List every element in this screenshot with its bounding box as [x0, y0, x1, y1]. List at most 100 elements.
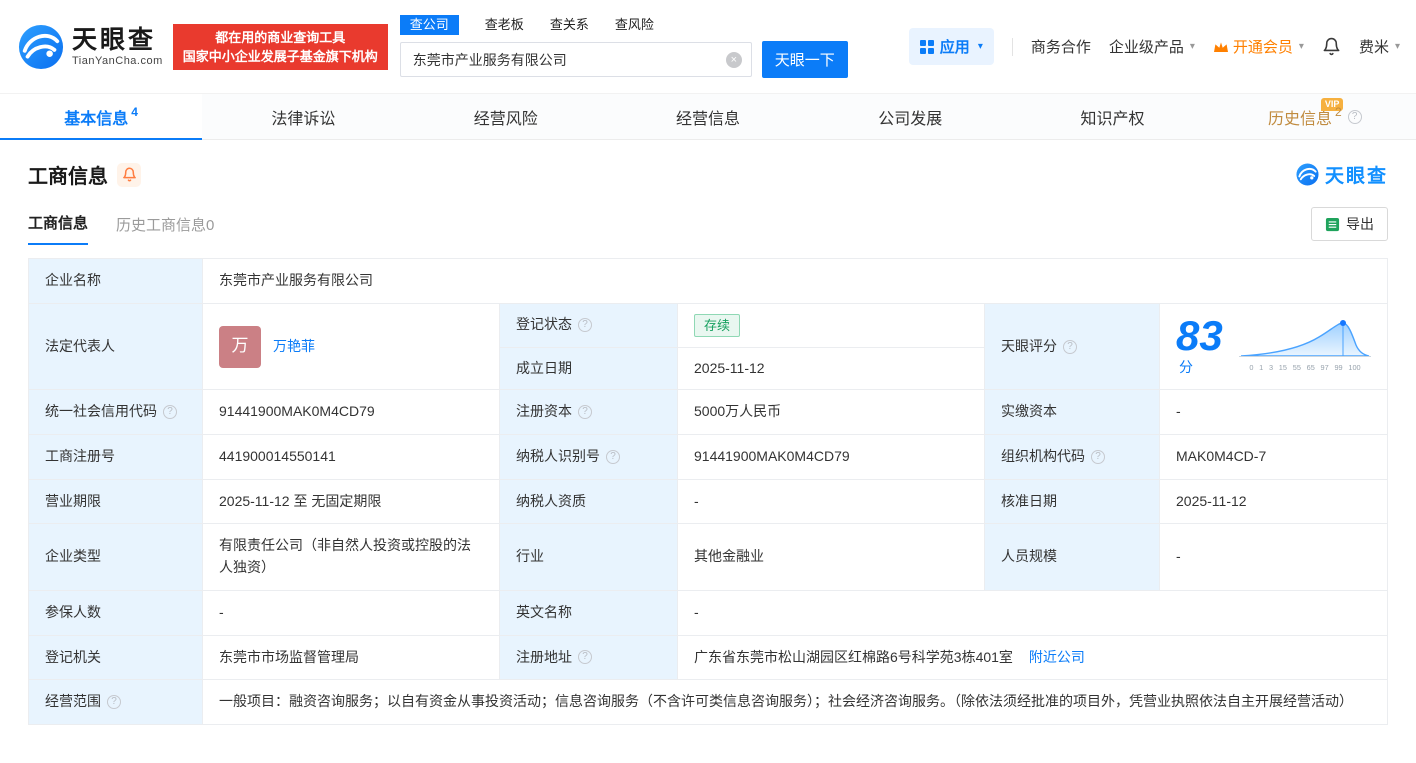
help-icon[interactable]: ? — [107, 695, 121, 710]
apps-label: 应用 — [939, 39, 970, 56]
business-info-table: 企业名称 东莞市产业服务有限公司 法定代表人 万 万艳菲 登记状态? 存续 天眼… — [28, 258, 1388, 725]
label-paid-capital: 实缴资本 — [984, 389, 1160, 436]
brand-slogan: 都在用的商业查询工具 国家中小企业发展子基金旗下机构 — [172, 23, 388, 70]
help-icon[interactable]: ? — [1063, 339, 1077, 354]
score-distribution-chart: 0 1 3 15 55 65 97 99 100 — [1239, 318, 1371, 374]
table-row: 登记机关 东莞市市场监督管理局 注册地址? 广东省东莞市松山湖园区红棉路6号科学… — [28, 634, 1388, 681]
table-row: 企业名称 东莞市产业服务有限公司 — [28, 258, 1388, 304]
company-nav-tabs: 基本信息 4 法律诉讼 经营风险 经营信息 公司发展 知识产权 VIP 历史信息… — [0, 93, 1416, 140]
score-unit: 分 — [1179, 358, 1193, 375]
chevron-down-icon: ▾ — [1189, 41, 1195, 52]
apps-menu-button[interactable]: 应用 ▾ — [908, 28, 994, 65]
value-approval-date: 2025-11-12 — [1159, 478, 1388, 525]
tab-operating-risk[interactable]: 经营风险 — [405, 94, 607, 139]
label-credit-code: 统一社会信用代码? — [28, 389, 203, 436]
address-text: 广东省东莞市松山湖园区红棉路6号科学苑3栋401室 — [694, 648, 1013, 665]
tab-history-info[interactable]: VIP 历史信息 2 ? — [1214, 94, 1416, 139]
label-registration-authority: 登记机关 — [28, 634, 203, 681]
score-number: 83 — [1176, 311, 1223, 359]
label-registered-address: 注册地址? — [499, 634, 678, 681]
section-header: 工商信息 天眼查 — [28, 160, 1388, 189]
value-taxpayer-quality: - — [677, 478, 985, 525]
value-registration-authority: 东莞市市场监督管理局 — [202, 634, 500, 681]
subtab-business-info[interactable]: 工商信息 — [28, 212, 89, 245]
nearby-companies-link[interactable]: 附近公司 — [1029, 649, 1085, 665]
label-tianyan-score: 天眼评分? — [984, 302, 1160, 391]
subscribe-bell-icon[interactable] — [117, 162, 141, 187]
enterprise-products-menu[interactable]: 企业级产品 ▾ — [1109, 36, 1195, 57]
value-staff-size: - — [1159, 523, 1388, 591]
vip-upgrade-menu[interactable]: 开通会员 ▾ — [1213, 36, 1304, 57]
clear-input-icon[interactable]: × — [725, 51, 742, 68]
help-icon[interactable]: ? — [578, 318, 592, 333]
brand-name: 天眼查 — [72, 26, 157, 54]
tab-operating-info[interactable]: 经营信息 — [607, 94, 809, 139]
slogan-line1: 都在用的商业查询工具 — [215, 29, 346, 45]
tab-label: 法律诉讼 — [271, 110, 336, 128]
search-tab-relation[interactable]: 查关系 — [550, 16, 589, 34]
export-button[interactable]: 导出 — [1311, 207, 1388, 241]
label-taxpayer-id: 纳税人识别号? — [499, 434, 678, 480]
label-industry: 行业 — [499, 523, 678, 591]
search-input[interactable] — [399, 42, 752, 77]
export-excel-icon — [1325, 217, 1340, 231]
help-icon[interactable]: ? — [1347, 109, 1362, 124]
brand-logo[interactable]: 天眼查 TianYanCha.com — [18, 24, 163, 70]
vip-label: 开通会员 — [1232, 39, 1293, 56]
value-tianyan-score: 83分 0 1 3 15 55 65 97 99 100 — [1159, 302, 1388, 391]
help-icon[interactable]: ? — [163, 405, 177, 420]
value-registration-number: 441900014550141 — [202, 434, 500, 480]
crown-icon — [1213, 41, 1228, 52]
help-icon[interactable]: ? — [606, 449, 620, 464]
value-company-name: 东莞市产业服务有限公司 — [202, 258, 1388, 304]
help-icon[interactable]: ? — [578, 405, 592, 420]
tab-label: 经营风险 — [473, 110, 538, 128]
tab-intellectual-property[interactable]: 知识产权 — [1011, 94, 1213, 139]
search-button[interactable]: 天眼一下 — [761, 41, 848, 78]
notifications-bell-icon[interactable] — [1322, 37, 1341, 56]
value-establish-date: 2025-11-12 — [677, 346, 985, 391]
search-tab-risk[interactable]: 查风险 — [615, 16, 654, 34]
label-legal-representative: 法定代表人 — [28, 302, 203, 391]
value-organization-code: MAK0M4CD-7 — [1159, 434, 1388, 480]
page-title: 工商信息 — [28, 166, 108, 188]
label-insured-count: 参保人数 — [28, 589, 203, 636]
label-english-name: 英文名称 — [499, 589, 678, 636]
legal-representative-link[interactable]: 万艳菲 — [273, 336, 315, 358]
value-registration-status: 存续 — [677, 302, 985, 348]
search-tabs: 查公司 查老板 查关系 查风险 — [399, 15, 848, 35]
value-industry: 其他金融业 — [677, 523, 985, 591]
tab-label: 知识产权 — [1080, 110, 1145, 128]
watermark-logo: 天眼查 — [1296, 161, 1388, 188]
label-business-term: 营业期限 — [28, 478, 203, 525]
label-taxpayer-quality: 纳税人资质 — [499, 478, 678, 525]
label-business-scope: 经营范围? — [28, 679, 203, 725]
avatar[interactable]: 万 — [219, 325, 261, 368]
tab-count-badge: 2 — [1334, 104, 1342, 119]
label-registration-status: 登记状态? — [499, 302, 678, 348]
value-business-scope: 一般项目：融资咨询服务；以自有资金从事投资活动；信息咨询服务（不含许可类信息咨询… — [202, 679, 1388, 725]
value-credit-code: 91441900MAK0M4CD79 — [202, 389, 500, 436]
top-header: 天眼查 TianYanCha.com 都在用的商业查询工具 国家中小企业发展子基… — [0, 0, 1416, 93]
brand-domain: TianYanCha.com — [72, 55, 163, 67]
search-area: 查公司 查老板 查关系 查风险 × 天眼一下 — [399, 15, 848, 78]
table-row: 统一社会信用代码? 91441900MAK0M4CD79 注册资本? 5000万… — [28, 389, 1388, 436]
tianyancha-logo-icon — [18, 24, 64, 69]
label-company-type: 企业类型 — [28, 523, 203, 591]
help-icon[interactable]: ? — [578, 650, 592, 665]
business-cooperation-link[interactable]: 商务合作 — [1031, 36, 1091, 57]
search-tab-boss[interactable]: 查老板 — [485, 16, 524, 34]
tab-basic-info[interactable]: 基本信息 4 — [0, 94, 203, 140]
user-name: 费米 — [1358, 39, 1389, 56]
main-content: 工商信息 天眼查 工商信息 历史工商信息0 导出 企业名称 东莞市产业服务有限公… — [0, 160, 1416, 725]
subtab-history-business-info[interactable]: 历史工商信息0 — [116, 214, 214, 245]
brand-text: 天眼查 TianYanCha.com — [72, 26, 163, 67]
header-divider — [1011, 37, 1013, 56]
chevron-down-icon: ▾ — [1298, 41, 1304, 52]
tab-company-development[interactable]: 公司发展 — [809, 94, 1011, 139]
user-menu[interactable]: 费米 ▾ — [1359, 36, 1400, 57]
search-tab-company[interactable]: 查公司 — [399, 15, 459, 35]
score-number-wrap: 83分 — [1176, 311, 1239, 379]
help-icon[interactable]: ? — [1091, 449, 1105, 464]
tab-legal-proceedings[interactable]: 法律诉讼 — [202, 94, 404, 139]
